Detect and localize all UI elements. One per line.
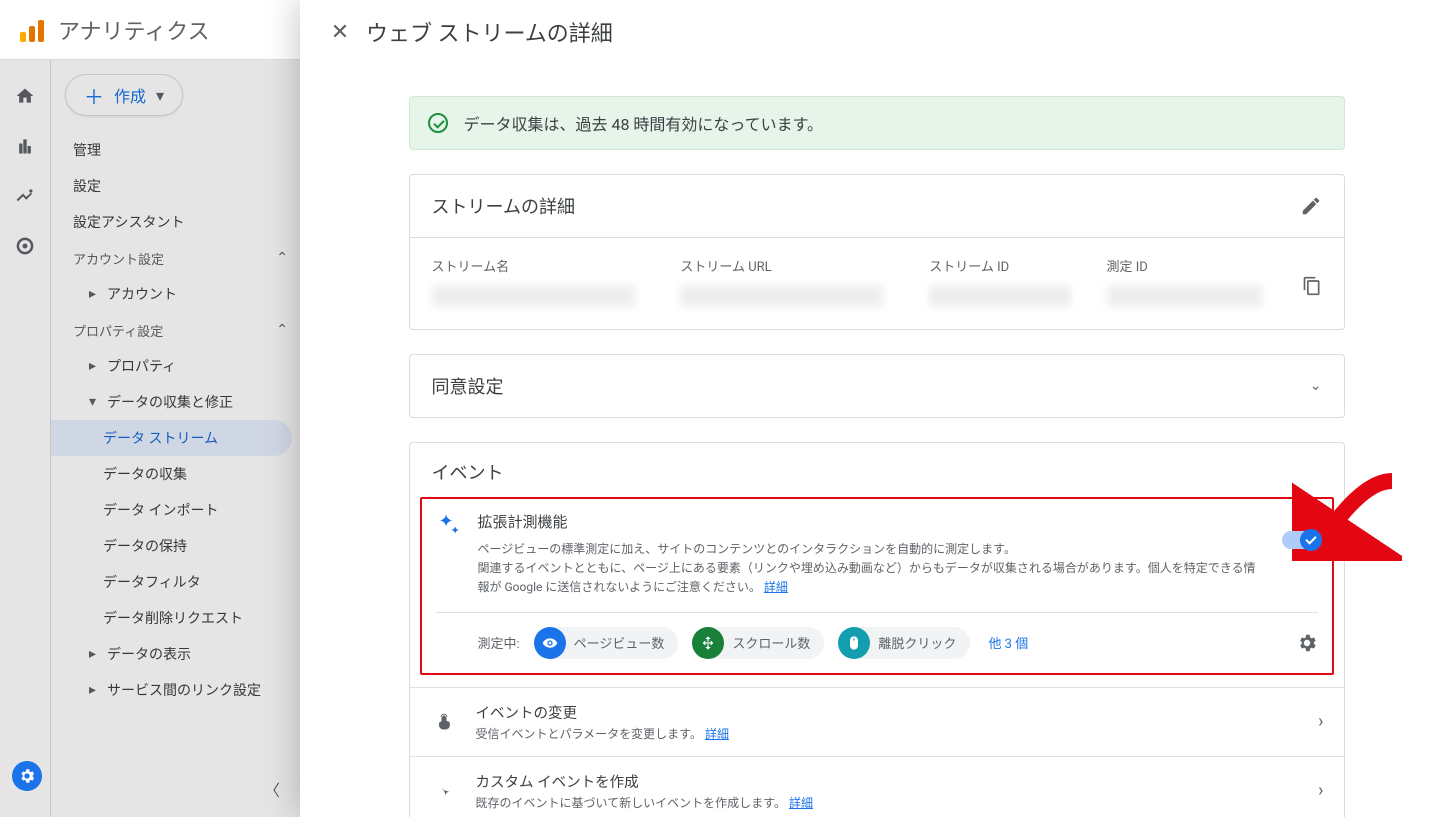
mouse-icon: [838, 627, 870, 659]
nav-admin[interactable]: 管理: [51, 132, 300, 168]
stream-name-col: ストリーム名: [432, 242, 671, 307]
nav-account-group[interactable]: アカウント設定⌃: [51, 240, 300, 276]
banner-text: データ収集は、過去 48 時間有効になっています。: [464, 111, 824, 135]
card-title: ストリームの詳細: [432, 193, 575, 219]
panel-header: ✕ ウェブ ストリームの詳細: [300, 0, 1453, 64]
triangle-right-icon: ▸: [89, 682, 99, 698]
divider: [436, 612, 1318, 613]
cursor-click-icon: [430, 777, 458, 805]
triangle-right-icon: ▸: [89, 646, 99, 662]
nav-settings[interactable]: 設定: [51, 168, 300, 204]
events-card: イベント 拡張計測機能 ページビューの標準測定に加え、サイトのコンテンツとのイン…: [409, 442, 1345, 817]
nav-data-display[interactable]: ▸データの表示: [51, 636, 300, 672]
nav-service-links[interactable]: ▸サービス間のリンク設定: [51, 672, 300, 708]
plus-icon: ＋: [84, 81, 104, 110]
enhanced-measurement-toggle[interactable]: [1282, 531, 1318, 549]
chip-pageviews: ページビュー数: [534, 627, 679, 659]
consent-card: 同意設定 ⌄: [409, 354, 1345, 418]
app-title: アナリティクス: [58, 14, 210, 46]
scroll-icon: [692, 627, 724, 659]
stream-url-value: [680, 285, 883, 307]
triangle-down-icon: ▾: [89, 394, 99, 410]
custom-events-link[interactable]: 詳細: [789, 796, 813, 810]
panel-title: ウェブ ストリームの詳細: [366, 16, 613, 48]
stream-details-card: ストリームの詳細 ストリーム名 ストリーム URL ストリーム ID: [409, 174, 1345, 330]
chip-outbound: 離脱クリック: [838, 627, 970, 659]
nav-data-import[interactable]: データ インポート: [51, 492, 300, 528]
stream-id-value: [929, 285, 1071, 307]
measurement-id-col: 測定 ID: [1107, 242, 1322, 307]
nav-setup-assistant[interactable]: 設定アシスタント: [51, 204, 300, 240]
stream-details-panel: ✕ ウェブ ストリームの詳細 データ収集は、過去 48 時間有効になっています。…: [300, 0, 1453, 817]
nav-collection-group[interactable]: ▾データの収集と修正: [51, 384, 300, 420]
toggle-knob-check-icon: [1300, 529, 1322, 551]
check-circle-icon: [428, 113, 448, 133]
panel-body: データ収集は、過去 48 時間有効になっています。 ストリームの詳細 ストリーム…: [300, 64, 1453, 817]
measurement-id-value: [1107, 285, 1263, 307]
modify-events-link[interactable]: 詳細: [705, 727, 729, 741]
chevron-up-icon: ⌃: [276, 322, 288, 338]
stream-url-label: ストリーム URL: [680, 256, 919, 275]
custom-events-row[interactable]: カスタム イベントを作成 既存のイベントに基づいて新しいイベントを作成します。 …: [410, 756, 1344, 817]
custom-events-title: カスタム イベントを作成: [476, 771, 1319, 792]
analytics-logo-icon: [20, 18, 44, 42]
admin-settings-fab[interactable]: [12, 761, 42, 791]
left-rail: [0, 60, 50, 817]
edit-button[interactable]: [1300, 195, 1322, 217]
card-header: ストリームの詳細: [410, 175, 1344, 237]
stream-name-value: [432, 285, 635, 307]
touch-icon: [430, 708, 458, 736]
nav-data-streams[interactable]: データ ストリーム: [51, 420, 292, 456]
measuring-label: 測定中:: [478, 633, 520, 652]
reports-icon[interactable]: [13, 134, 37, 158]
create-button-label: 作成: [114, 83, 146, 107]
consent-row[interactable]: 同意設定 ⌄: [410, 355, 1344, 417]
nav-data-retention[interactable]: データの保持: [51, 528, 300, 564]
nav-data-filters[interactable]: データフィルタ: [51, 564, 300, 600]
status-banner: データ収集は、過去 48 時間有効になっています。: [409, 96, 1345, 150]
panel-content: データ収集は、過去 48 時間有効になっています。 ストリームの詳細 ストリーム…: [409, 64, 1345, 817]
chevron-up-icon: ⌃: [276, 250, 288, 266]
stream-id-col: ストリーム ID: [929, 242, 1096, 307]
measuring-row: 測定中: ページビュー数 スクロール数 離脱クリック 他 3 個: [436, 627, 1318, 659]
measurement-id-label: 測定 ID: [1107, 256, 1290, 275]
modify-events-title: イベントの変更: [476, 702, 1319, 723]
nav-data-collection[interactable]: データの収集: [51, 456, 300, 492]
triangle-right-icon: ▸: [89, 358, 99, 374]
chevron-down-icon: ⌄: [1310, 378, 1322, 394]
enhanced-settings-button[interactable]: [1296, 632, 1318, 654]
more-chips-link[interactable]: 他 3 個: [988, 633, 1028, 652]
stream-name-label: ストリーム名: [432, 256, 671, 275]
nav-data-delete[interactable]: データ削除リクエスト: [51, 600, 300, 636]
admin-sidenav: ＋ 作成 ▾ 管理 設定 設定アシスタント アカウント設定⌃ ▸アカウント プロ…: [50, 60, 300, 817]
chip-scrolls: スクロール数: [692, 627, 824, 659]
enhanced-title: 拡張計測機能: [478, 511, 1262, 532]
stream-url-col: ストリーム URL: [680, 242, 919, 307]
close-button[interactable]: ✕: [320, 12, 360, 52]
caret-down-icon: ▾: [156, 86, 164, 105]
chevron-right-icon: ›: [1318, 780, 1323, 801]
create-button[interactable]: ＋ 作成 ▾: [65, 74, 183, 116]
enhanced-measurement-highlight: 拡張計測機能 ページビューの標準測定に加え、サイトのコンテンツとのインタラクショ…: [420, 497, 1334, 675]
nav-property-group[interactable]: プロパティ設定⌃: [51, 312, 300, 348]
modify-events-row[interactable]: イベントの変更 受信イベントとパラメータを変更します。 詳細 ›: [410, 687, 1344, 756]
nav-property[interactable]: ▸プロパティ: [51, 348, 300, 384]
stream-id-label: ストリーム ID: [929, 256, 1096, 275]
events-title: イベント: [410, 443, 1344, 485]
sparkle-icon: [436, 511, 464, 539]
home-icon[interactable]: [13, 84, 37, 108]
eye-icon: [534, 627, 566, 659]
stream-fields: ストリーム名 ストリーム URL ストリーム ID 測定 ID: [410, 237, 1344, 329]
explore-icon[interactable]: [13, 184, 37, 208]
consent-title: 同意設定: [432, 373, 504, 399]
enhanced-learn-more-link[interactable]: 詳細: [764, 580, 788, 594]
nav-account[interactable]: ▸アカウント: [51, 276, 300, 312]
enhanced-desc: ページビューの標準測定に加え、サイトのコンテンツとのインタラクションを自動的に測…: [478, 540, 1262, 598]
chevron-right-icon: ›: [1318, 711, 1323, 732]
collapse-sidebar-button[interactable]: 〈: [258, 775, 286, 803]
advertising-icon[interactable]: [13, 234, 37, 258]
triangle-right-icon: ▸: [89, 286, 99, 302]
copy-button[interactable]: [1302, 276, 1322, 296]
